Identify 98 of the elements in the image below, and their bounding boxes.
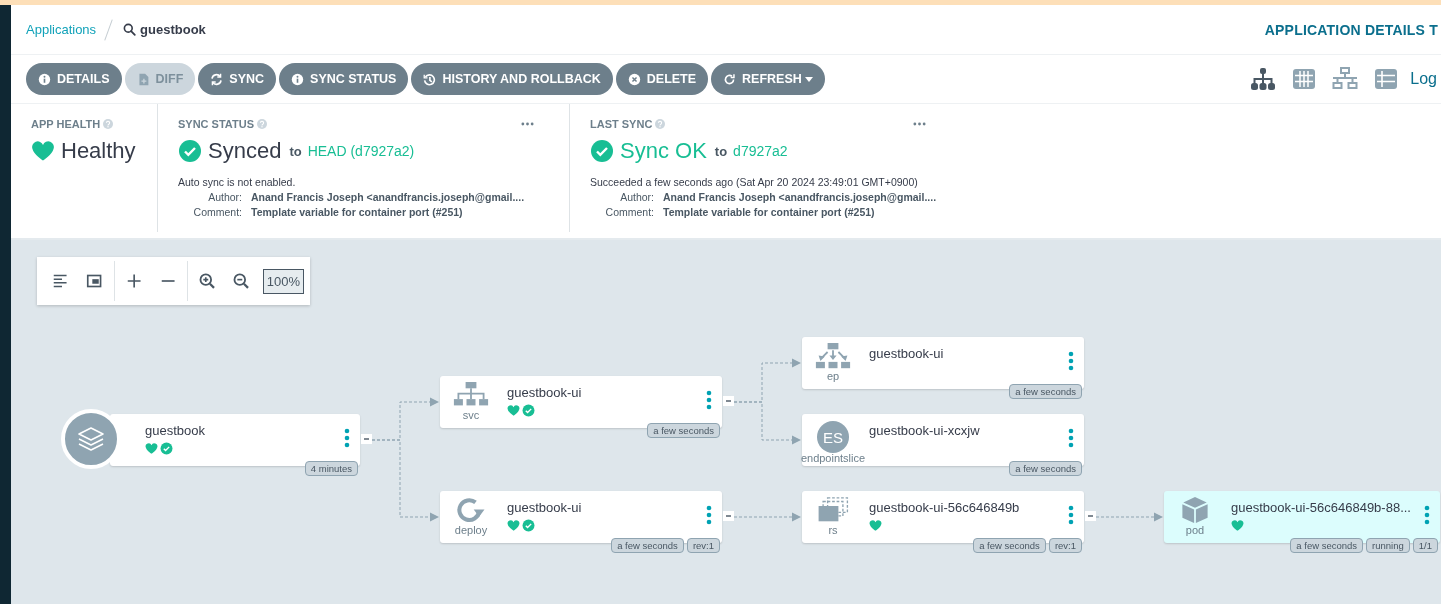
- connector-arrow: [733, 401, 801, 445]
- kind-label: svc: [462, 409, 480, 421]
- sync-status-button[interactable]: SYNC STATUS: [279, 63, 409, 95]
- hierarchy-arrows-icon: [815, 342, 851, 371]
- close-circle-icon: [627, 72, 641, 86]
- resource-tag: a few seconds: [611, 538, 684, 553]
- revision-link[interactable]: HEAD (d7927a2): [307, 143, 415, 159]
- sync-status-heading: SYNC STATUS: [178, 118, 254, 130]
- app-health-heading: APP HEALTH: [31, 118, 101, 130]
- zoom-in-icon[interactable]: [198, 271, 217, 291]
- collapse-button[interactable]: [361, 434, 372, 444]
- kind-label: rs: [828, 524, 838, 536]
- resource-tag: 1/1: [1412, 538, 1438, 553]
- more-icon[interactable]: [521, 122, 534, 126]
- file-plus-icon: [136, 72, 150, 86]
- list-view-icon[interactable]: [1373, 66, 1400, 92]
- last-sync-value: Sync OK: [620, 138, 707, 164]
- to-label: to: [714, 143, 728, 159]
- breadcrumb-current: guestbook: [140, 22, 206, 37]
- refresh-icon: [723, 72, 737, 86]
- refresh-button[interactable]: REFRESH: [711, 63, 825, 95]
- resource-name: guestbook-ui: [507, 385, 583, 400]
- kind-label: ep: [826, 370, 840, 382]
- resource-tag: a few seconds: [973, 538, 1046, 553]
- detail-label: Comment:: [604, 206, 654, 218]
- kebab-menu-icon[interactable]: [706, 505, 712, 525]
- collapse-button[interactable]: [723, 396, 734, 406]
- kind-label: endpointslice: [800, 452, 866, 464]
- resource-name: guestbook-ui-56c646849b-88...: [1231, 500, 1412, 515]
- detail-value: Template variable for container port (#251): [663, 206, 875, 218]
- resource-tag: a few seconds: [1009, 384, 1082, 399]
- revision-link[interactable]: d7927a2: [733, 143, 788, 159]
- resource-tag: 4 minutes: [304, 461, 358, 476]
- zoom-level: 100%: [262, 268, 304, 294]
- resource-name: guestbook: [145, 423, 206, 438]
- collapse-button[interactable]: [1085, 511, 1096, 521]
- health-status: Healthy: [61, 138, 136, 164]
- kind-label: pod: [1185, 524, 1205, 536]
- kebab-menu-icon[interactable]: [344, 428, 350, 448]
- detail-label: Author:: [619, 191, 654, 203]
- sync-button[interactable]: SYNC: [198, 63, 277, 95]
- detail-label: Comment:: [192, 206, 242, 218]
- check-circle-icon: [178, 139, 202, 163]
- resource-node[interactable]: ep guestbook-ui: [802, 337, 1084, 389]
- zoom-out-icon[interactable]: [232, 271, 251, 291]
- detail-value: Template variable for container port (#251): [251, 206, 463, 218]
- kebab-menu-icon[interactable]: [1068, 505, 1074, 525]
- search-icon: [123, 23, 137, 36]
- detail-value: Anand Francis Joseph <anandfrancis.joseph@gmail....: [663, 191, 937, 203]
- resource-name: guestbook-ui: [507, 500, 583, 515]
- page-title: APPLICATION DETAILS T: [1264, 21, 1438, 38]
- info-icon: [291, 72, 305, 86]
- resource-name: guestbook-ui-56c646849b: [869, 500, 1021, 515]
- history-button[interactable]: HISTORY AND ROLLBACK: [411, 63, 613, 95]
- kebab-menu-icon[interactable]: [1068, 351, 1074, 371]
- check-circle-icon: [590, 139, 614, 163]
- resource-node[interactable]: deploy guestbook-ui: [440, 491, 722, 543]
- detail-value: Anand Francis Joseph <anandfrancis.joseph@gmail....: [251, 191, 525, 203]
- kebab-menu-icon[interactable]: [1424, 505, 1430, 525]
- sync-note: Succeeded a few seconds ago (Sat Apr 20 2024 23:49:01 GMT+0900): [590, 176, 919, 188]
- details-button[interactable]: DETAILS: [26, 63, 122, 95]
- tree-view-icon[interactable]: [1250, 66, 1277, 92]
- sync-note: Auto sync is not enabled.: [178, 176, 297, 188]
- delete-button[interactable]: DELETE: [615, 63, 709, 95]
- resource-node[interactable]: ES endpointslice guestbook-ui-xcxjw: [802, 414, 1084, 466]
- connector-arrow: [1095, 512, 1163, 522]
- resource-tag: running: [1366, 538, 1410, 553]
- resource-tag: rev:1: [1048, 538, 1082, 553]
- collapse-button[interactable]: [723, 511, 734, 521]
- network-view-icon[interactable]: [1332, 66, 1359, 92]
- heart-icon: [31, 139, 55, 163]
- more-icon[interactable]: [913, 122, 926, 126]
- resource-tag: rev:1: [686, 538, 720, 553]
- grid-view-icon[interactable]: [1291, 66, 1318, 92]
- kind-label: deploy: [454, 524, 488, 536]
- resource-node[interactable]: rs guestbook-ui-56c646849b: [802, 491, 1084, 543]
- sync-status-value: Synced: [208, 138, 282, 164]
- resource-node[interactable]: guestbook: [110, 414, 360, 466]
- to-label: to: [289, 143, 302, 159]
- detail-label: Author:: [207, 191, 242, 203]
- history-icon: [423, 72, 437, 86]
- kebab-menu-icon[interactable]: [706, 390, 712, 410]
- resource-node[interactable]: pod guestbook-ui-56c646849b-88...: [1164, 491, 1440, 543]
- logs-link[interactable]: Log: [1410, 70, 1437, 88]
- info-icon: [38, 72, 51, 86]
- resource-node[interactable]: svc guestbook-ui: [440, 376, 722, 428]
- connector-arrow: [733, 512, 801, 522]
- resource-tag: a few seconds: [1009, 461, 1082, 476]
- sync-icon: [210, 72, 224, 86]
- caret-icon: [804, 76, 813, 82]
- kebab-menu-icon[interactable]: [1068, 428, 1074, 448]
- letter-badge-icon: ES: [817, 421, 849, 453]
- resource-tag: a few seconds: [647, 423, 720, 438]
- resource-name: guestbook-ui-xcxjw: [869, 423, 981, 438]
- applications-link[interactable]: Applications: [26, 22, 97, 37]
- last-sync-heading: LAST SYNC: [590, 118, 653, 130]
- resource-name: guestbook-ui: [869, 346, 945, 361]
- resource-tag: a few seconds: [1290, 538, 1364, 553]
